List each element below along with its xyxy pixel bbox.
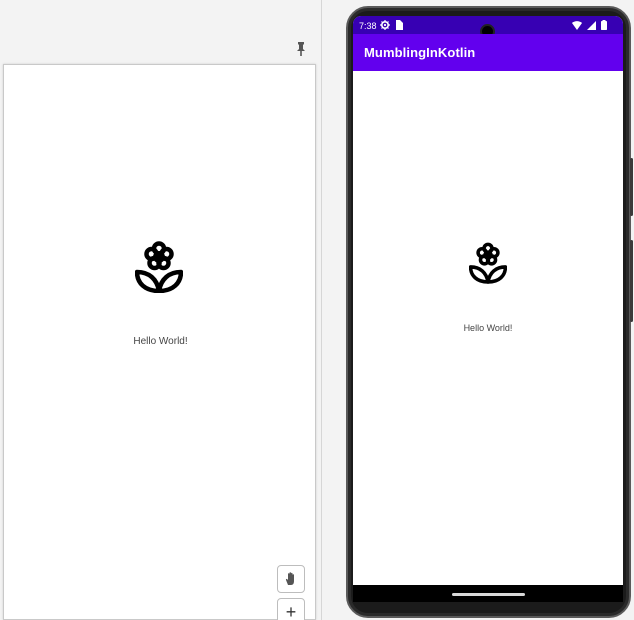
hand-icon: [285, 572, 294, 585]
flower-icon: [469, 242, 507, 284]
signal-icon: [587, 20, 596, 30]
layout-preview-canvas[interactable]: Hello World!: [3, 64, 316, 620]
device-screen[interactable]: 7:38 MumblingInKotlin Hello World!: [353, 16, 623, 602]
battery-icon: [601, 20, 607, 30]
app-title: MumblingInKotlin: [364, 45, 476, 60]
volume-button[interactable]: [630, 240, 633, 322]
pin-icon[interactable]: [294, 41, 308, 57]
sim-card-icon: [396, 20, 403, 30]
zoom-in-button[interactable]: +: [277, 598, 305, 620]
home-gesture-handle[interactable]: [452, 593, 525, 596]
app-bar: MumblingInKotlin: [353, 34, 623, 71]
hello-world-text: Hello World!: [133, 336, 188, 347]
layout-preview-pane: Hello World! +: [0, 0, 322, 620]
android-studio-design-view: Hello World! + 7:38 MumblingInKotlin Hel…: [0, 0, 634, 620]
pan-button[interactable]: [277, 565, 305, 593]
app-content: Hello World!: [353, 71, 623, 585]
hello-world-text: Hello World!: [463, 323, 513, 333]
flower-icon: [135, 241, 183, 293]
settings-icon: [380, 20, 390, 30]
power-button[interactable]: [630, 158, 633, 216]
navigation-bar: [353, 585, 623, 602]
wifi-icon: [572, 20, 582, 30]
status-time: 7:38: [359, 21, 377, 31]
